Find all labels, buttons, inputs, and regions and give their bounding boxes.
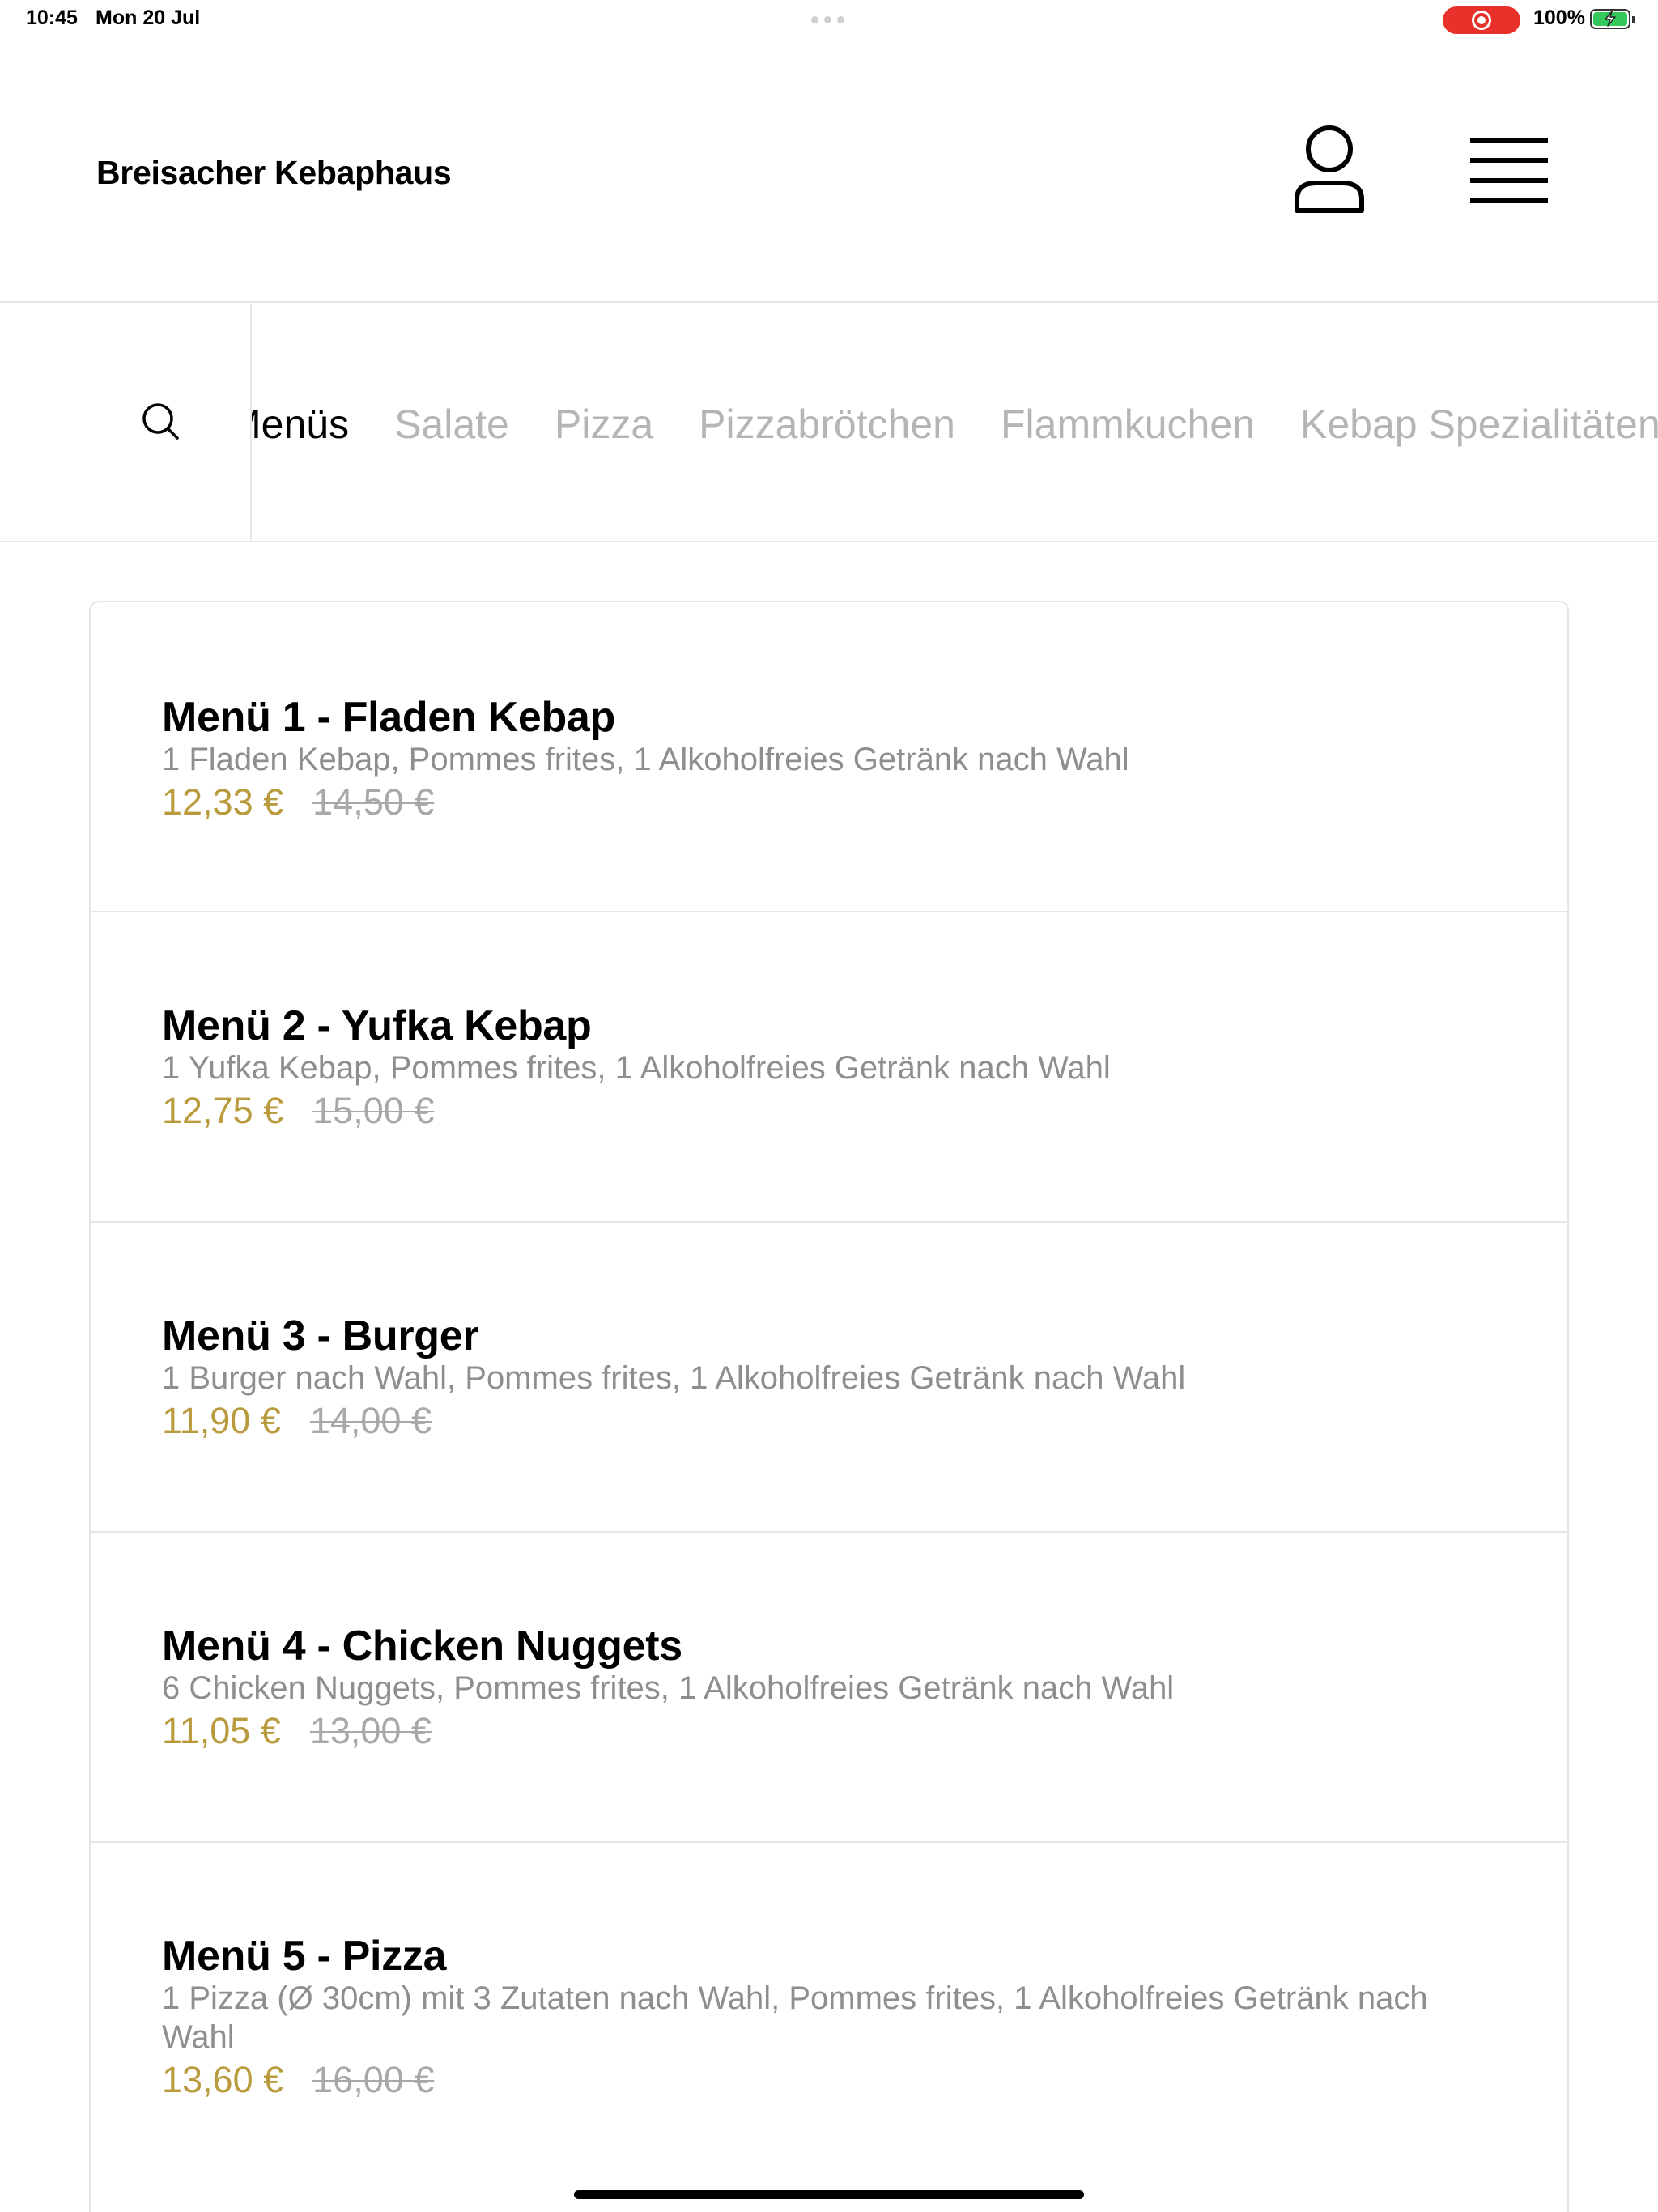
menu-item[interactable]: Menü 4 - Chicken Nuggets 6 Chicken Nugge… bbox=[91, 1533, 1567, 1843]
menu-item-prices: 13,60 € 16,00 € bbox=[162, 2058, 1496, 2102]
category-bar: Menüs Salate Pizza Pizzabrötchen Flammku… bbox=[0, 304, 1658, 542]
menu-item-old-price: 16,00 € bbox=[312, 2059, 435, 2100]
menu-item-price: 13,60 € bbox=[162, 2059, 284, 2100]
menu-item-prices: 12,75 € 15,00 € bbox=[162, 1089, 1496, 1133]
hamburger-icon[interactable] bbox=[1464, 136, 1554, 206]
menu-item-price: 12,33 € bbox=[162, 781, 284, 823]
screen-recording-icon[interactable] bbox=[1443, 6, 1520, 34]
menu-item-price: 11,05 € bbox=[162, 1710, 281, 1751]
app-screen: 10:45 Mon 20 Jul 100% Breisacher Kebapha… bbox=[0, 0, 1658, 2212]
menu-item[interactable]: Menü 3 - Burger 1 Burger nach Wahl, Pomm… bbox=[91, 1223, 1567, 1533]
category-list: Menüs Salate Pizza Pizzabrötchen Flammku… bbox=[252, 400, 1658, 449]
menu-item-prices: 11,90 € 14,00 € bbox=[162, 1399, 1496, 1443]
menu-item-title: Menü 2 - Yufka Kebap bbox=[162, 1002, 592, 1049]
menu-item-title: Menü 1 - Fladen Kebap bbox=[162, 694, 615, 741]
menu-item-old-price: 13,00 € bbox=[309, 1710, 432, 1751]
category-pizza[interactable]: Pizza bbox=[555, 400, 653, 449]
menu-item-old-price: 14,00 € bbox=[309, 1400, 432, 1441]
menu-item-title: Menü 4 - Chicken Nuggets bbox=[162, 1623, 682, 1670]
menu-item-prices: 12,33 € 14,50 € bbox=[162, 781, 1496, 824]
category-scroll[interactable]: Menüs Salate Pizza Pizzabrötchen Flammku… bbox=[252, 304, 1658, 541]
menu-item-prices: 11,05 € 13,00 € bbox=[162, 1709, 1496, 1753]
multitasking-dots-icon[interactable] bbox=[811, 16, 844, 23]
menu-item-title: Menü 5 - Pizza bbox=[162, 1933, 447, 1980]
menu-item-price: 12,75 € bbox=[162, 1090, 284, 1131]
menu-item-description: 1 Burger nach Wahl, Pommes frites, 1 Alk… bbox=[162, 1360, 1186, 1396]
restaurant-name[interactable]: Breisacher Kebaphaus bbox=[96, 154, 452, 192]
category-flammkuchen[interactable]: Flammkuchen bbox=[1001, 400, 1255, 449]
menu-item-old-price: 14,50 € bbox=[312, 781, 435, 823]
menu-item-description: 1 Yufka Kebap, Pommes frites, 1 Alkoholf… bbox=[162, 1050, 1111, 1086]
status-time: 10:45 bbox=[26, 6, 78, 29]
status-date: Mon 20 Jul bbox=[96, 6, 201, 29]
battery-percent: 100% bbox=[1533, 6, 1585, 29]
search-button[interactable] bbox=[0, 304, 252, 541]
app-header: Breisacher Kebaphaus bbox=[0, 39, 1658, 303]
menu-item[interactable]: Menü 5 - Pizza 1 Pizza (Ø 30cm) mit 3 Zu… bbox=[91, 1843, 1567, 2212]
search-icon bbox=[142, 403, 179, 440]
menu-list: Menü 1 - Fladen Kebap 1 Fladen Kebap, Po… bbox=[89, 601, 1569, 2212]
category-salate[interactable]: Salate bbox=[394, 400, 509, 449]
home-indicator[interactable] bbox=[574, 2190, 1084, 2199]
user-icon[interactable] bbox=[1289, 121, 1370, 219]
menu-item[interactable]: Menü 2 - Yufka Kebap 1 Yufka Kebap, Pomm… bbox=[91, 912, 1567, 1223]
menu-item-description: 6 Chicken Nuggets, Pommes frites, 1 Alko… bbox=[162, 1670, 1175, 1706]
menu-item-title: Menü 3 - Burger bbox=[162, 1312, 479, 1359]
menu-item-description: 1 Pizza (Ø 30cm) mit 3 Zutaten nach Wahl… bbox=[162, 1980, 1428, 2055]
menu-item[interactable]: Menü 1 - Fladen Kebap 1 Fladen Kebap, Po… bbox=[91, 602, 1567, 912]
category-menues[interactable]: Menüs bbox=[252, 400, 349, 449]
menu-item-description: 1 Fladen Kebap, Pommes frites, 1 Alkohol… bbox=[162, 742, 1129, 777]
category-pizzabroetchen[interactable]: Pizzabrötchen bbox=[699, 400, 955, 449]
battery-icon bbox=[1590, 9, 1635, 29]
category-kebap-spezialitaeten[interactable]: Kebap Spezialitäten bbox=[1300, 400, 1658, 449]
status-bar: 10:45 Mon 20 Jul 100% bbox=[0, 0, 1658, 39]
menu-item-price: 11,90 € bbox=[162, 1400, 281, 1441]
menu-item-old-price: 15,00 € bbox=[312, 1090, 435, 1131]
